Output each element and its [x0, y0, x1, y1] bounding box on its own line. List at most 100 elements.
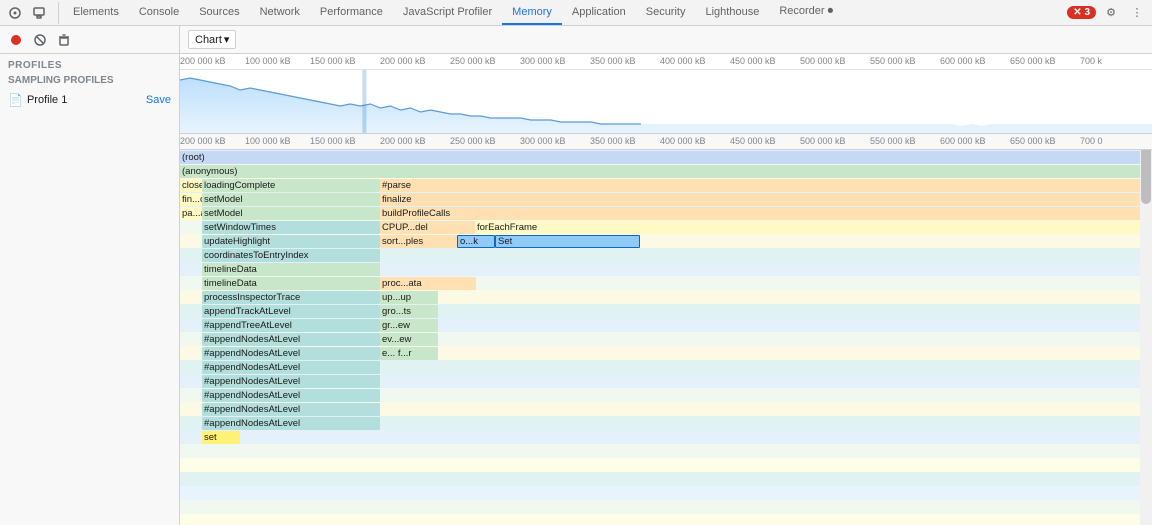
flame-block-set[interactable]: Set	[495, 235, 640, 248]
chart-select[interactable]: Chart ▾	[188, 30, 236, 49]
flame-block-buildprofilecalls[interactable]: buildProfileCalls	[380, 207, 1150, 220]
tab-memory[interactable]: Memory	[502, 0, 562, 25]
flame-mark-3: 200 000 kB	[380, 136, 426, 146]
flame-row-13: #appendTreeAtLevel gr...ew	[180, 318, 1152, 332]
flame-block-loadingcomplete[interactable]: loadingComplete	[202, 179, 380, 192]
tab-elements[interactable]: Elements	[63, 0, 129, 25]
profile-item[interactable]: 📄 Profile 1 Save	[0, 90, 179, 110]
ruler-mark-2: 150 000 kB	[310, 56, 356, 66]
flame-block-appendtrack[interactable]: appendTrackAtLevel	[202, 305, 380, 318]
flame-block-evew[interactable]: ev...ew	[380, 333, 438, 346]
flame-mark-7: 400 000 kB	[660, 136, 706, 146]
sidebar-subsection: SAMPLING PROFILES	[0, 73, 179, 90]
flame-row-9: timelineData	[180, 262, 1152, 276]
flame-block-efr[interactable]: e... f...r	[380, 347, 438, 360]
flame-row-12: appendTrackAtLevel gro...ts	[180, 304, 1152, 318]
tab-recorder[interactable]: Recorder ⏺	[769, 0, 843, 25]
vertical-scrollbar[interactable]	[1140, 134, 1152, 525]
ruler-mark-0: 200 000 kB	[180, 56, 226, 66]
flame-block-appendtree[interactable]: #appendTreeAtLevel	[202, 319, 380, 332]
flame-block-processinspector[interactable]: processInspectorTrace	[202, 291, 380, 304]
flame-block-setwindowtimes[interactable]: setWindowTimes	[202, 221, 380, 234]
flame-block-appendnodes-6[interactable]: #appendNodesAtLevel	[202, 403, 380, 416]
flame-block-foreachframe[interactable]: forEachFrame	[475, 221, 1150, 234]
sidebar-toolbar	[0, 26, 179, 54]
chart-overview[interactable]: 200 000 kB 100 000 kB 150 000 kB 200 000…	[180, 54, 1152, 134]
ruler-mark-4: 250 000 kB	[450, 56, 496, 66]
profile-icon: 📄	[8, 93, 23, 107]
flame-block-ok[interactable]: o...k	[457, 235, 495, 248]
flame-block-appendnodes-4[interactable]: #appendNodesAtLevel	[202, 375, 380, 388]
tab-lighthouse[interactable]: Lighthouse	[695, 0, 769, 25]
flame-row-19: #appendNodesAtLevel	[180, 402, 1152, 416]
flame-mark-5: 300 000 kB	[520, 136, 566, 146]
ruler-mark-12: 650 000 kB	[1010, 56, 1056, 66]
flame-block-fince[interactable]: fin...ce	[180, 193, 202, 206]
flame-block-set[interactable]: set	[202, 431, 240, 444]
flame-block-coordtoentry[interactable]: coordinatesToEntryIndex	[202, 249, 380, 262]
tab-js-profiler[interactable]: JavaScript Profiler	[393, 0, 502, 25]
tab-application[interactable]: Application	[562, 0, 636, 25]
flame-block-appendnodes-7[interactable]: #appendNodesAtLevel	[202, 417, 380, 430]
scrollbar-thumb[interactable]	[1141, 144, 1151, 204]
flame-block-grots[interactable]: gro...ts	[380, 305, 438, 318]
flame-block-appendnodes-3[interactable]: #appendNodesAtLevel	[202, 361, 380, 374]
flame-block-appendnodes-2[interactable]: #appendNodesAtLevel	[202, 347, 380, 360]
flame-block-anonymous[interactable]: (anonymous)	[180, 165, 1150, 178]
inspect-icon[interactable]	[4, 2, 26, 24]
flame-block-paat[interactable]: pa...at	[180, 207, 202, 220]
flame-mark-1: 100 000 kB	[245, 136, 291, 146]
chart-select-label: Chart	[195, 34, 222, 46]
flame-row-21: set	[180, 430, 1152, 444]
flame-mark-10: 550 000 kB	[870, 136, 916, 146]
nav-tabs: Elements Console Sources Network Perform…	[63, 0, 1067, 25]
delete-button[interactable]	[54, 30, 74, 50]
flame-block-setmodel-2[interactable]: setModel	[202, 207, 380, 220]
sidebar-section-title: Profiles	[0, 54, 179, 73]
flame-ruler-marks: 200 000 kB 100 000 kB 150 000 kB 200 000…	[180, 134, 1152, 150]
flame-row-15: #appendNodesAtLevel e... f...r	[180, 346, 1152, 360]
flame-row-7: updateHighlight sort...ples o...k Set	[180, 234, 1152, 248]
flame-block-sortples[interactable]: sort...ples	[380, 235, 457, 248]
flame-block-appendnodes-5[interactable]: #appendNodesAtLevel	[202, 389, 380, 402]
flame-block-grew[interactable]: gr...ew	[380, 319, 438, 332]
flame-block-close[interactable]: close	[180, 179, 202, 192]
flame-block-timelinedata-2[interactable]: timelineData	[202, 277, 380, 290]
flame-row-4: fin...ce setModel finalize	[180, 192, 1152, 206]
flame-rows-container: (root) (anonymous) close loadingComplete…	[180, 150, 1152, 525]
flame-block-cpupdel[interactable]: CPUP...del	[380, 221, 475, 234]
tab-sources[interactable]: Sources	[189, 0, 249, 25]
flame-block-appendnodes-1[interactable]: #appendNodesAtLevel	[202, 333, 380, 346]
ruler-mark-7: 400 000 kB	[660, 56, 706, 66]
flame-block-updatehighlight[interactable]: updateHighlight	[202, 235, 380, 248]
flame-mark-12: 650 000 kB	[1010, 136, 1056, 146]
flame-block-parse[interactable]: #parse	[380, 179, 1150, 192]
ruler-mark-9: 500 000 kB	[800, 56, 846, 66]
flame-mark-4: 250 000 kB	[450, 136, 496, 146]
ruler-mark-6: 350 000 kB	[590, 56, 636, 66]
flame-row-10: timelineData proc...ata	[180, 276, 1152, 290]
settings-icon[interactable]: ⚙	[1100, 2, 1122, 24]
record-button[interactable]	[6, 30, 26, 50]
flame-mark-8: 450 000 kB	[730, 136, 776, 146]
main-layout: Profiles SAMPLING PROFILES 📄 Profile 1 S…	[0, 26, 1152, 525]
ruler-mark-10: 550 000 kB	[870, 56, 916, 66]
responsive-icon[interactable]	[28, 2, 50, 24]
tab-console[interactable]: Console	[129, 0, 189, 25]
flame-block-finalize[interactable]: finalize	[380, 193, 1150, 206]
more-options-icon[interactable]: ⋮	[1126, 2, 1148, 24]
ruler-mark-8: 450 000 kB	[730, 56, 776, 66]
flame-block-procata[interactable]: proc...ata	[380, 277, 476, 290]
tab-performance[interactable]: Performance	[310, 0, 393, 25]
flame-block-upup[interactable]: up...up	[380, 291, 438, 304]
flame-row-6: setWindowTimes CPUP...del forEachFrame	[180, 220, 1152, 234]
clear-button[interactable]	[30, 30, 50, 50]
flame-block-timelinedata-1[interactable]: timelineData	[202, 263, 380, 276]
ruler-mark-1: 100 000 kB	[245, 56, 291, 66]
flame-block-setmodel-1[interactable]: setModel	[202, 193, 380, 206]
save-link[interactable]: Save	[146, 94, 171, 106]
tab-security[interactable]: Security	[636, 0, 696, 25]
flame-block-root[interactable]: (root)	[180, 151, 1150, 164]
tab-network[interactable]: Network	[250, 0, 310, 25]
flame-chart-area[interactable]: 200 000 kB 100 000 kB 150 000 kB 200 000…	[180, 134, 1152, 525]
